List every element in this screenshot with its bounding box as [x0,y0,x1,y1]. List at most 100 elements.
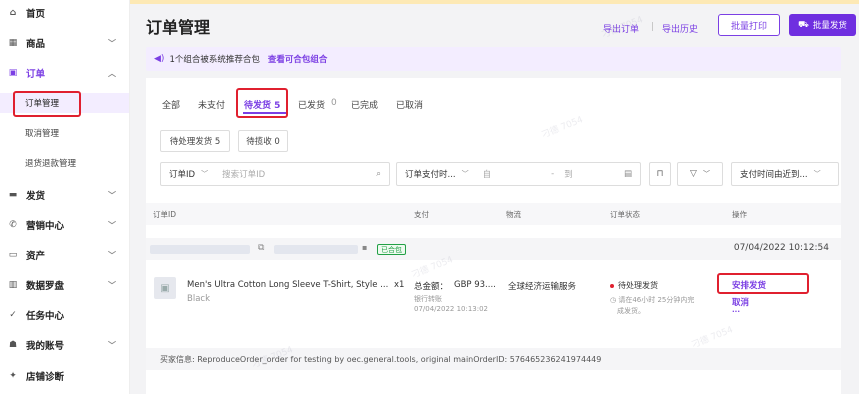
chevron-down-icon: ﹀ [201,170,209,178]
nav-home-label: 首页 [26,9,46,20]
sidebar-item-label: 取消管理 [25,129,60,139]
merged-tag: 已合包 [377,244,406,255]
time-field-select[interactable]: 订单支付时... [405,168,456,180]
export-history-link[interactable]: 导出历史 [662,22,698,35]
nav-shop-diagnosis[interactable]: ✦ 店铺诊断 [0,366,129,386]
total-label: 总金额： [414,282,449,292]
filter-button[interactable]: ▽ ﹀ [677,162,723,186]
more-actions-link[interactable]: ··· [732,308,740,316]
sidebar: ⌂ 首页 ▦ 商品 ﹀ ▣ 订单 ︿ 订单管理 取消管理 退货退款管理 ▬ 发货… [0,0,130,394]
status-note-2: 成发货。 [617,307,645,315]
chevron-down-icon: ﹀ [108,251,116,260]
col-order-id: 订单ID [153,210,176,219]
logistics-service: 全球经济运输服务 [508,282,577,292]
order-group-row: ⧉ ▪ 已合包 07/04/2022 10:12:54 [146,238,841,260]
product-name[interactable]: Men's Ultra Cotton Long Sleeve T-Shirt, … [187,280,388,290]
tab-all[interactable]: 全部 [162,98,180,111]
chip-pending-pickup[interactable]: 待揽收 0 [238,130,288,152]
nav-marketing-label: 营销中心 [26,221,65,232]
message-icon[interactable]: ▪ [362,243,367,252]
search-filter[interactable]: 订单ID ﹀ 搜索订单ID ⌕ [160,162,390,186]
chevron-down-icon: ﹀ [813,170,821,178]
truck-icon: ⛟ [798,19,809,30]
cancel-order-link[interactable]: 取消 [732,296,749,308]
sidebar-item-cancel-management[interactable]: 取消管理 [0,123,129,143]
tab-shipped-count: 0 [331,98,337,108]
image-placeholder-icon: ▣ [160,282,170,294]
date-to-input[interactable]: 到 [564,168,573,180]
col-logistics: 物流 [506,210,521,219]
nav-my-account[interactable]: ☗ 我的账号 ﹀ [0,335,129,355]
product-thumbnail[interactable]: ▣ [154,277,176,299]
tab-shipped[interactable]: 已发货 [298,98,325,111]
search-icon: ⌕ [376,169,381,179]
order-icon: ▣ [8,68,18,78]
main-content: 订单管理 导出订单 | 导出历史 批量打印 ⛟ 批量发货 ◀) 1个组合被系统推… [130,0,859,394]
task-icon: ✓ [9,310,17,320]
bookmark-icon: ⊓ [656,169,664,179]
nav-task-center[interactable]: ✓ 任务中心 [0,305,129,325]
nav-goods[interactable]: ▦ 商品 ﹀ [0,33,129,53]
chevron-down-icon: ﹀ [108,191,116,200]
copy-icon[interactable]: ⧉ [258,243,264,253]
chevron-down-icon: ﹀ [108,341,116,350]
account-icon: ☗ [8,340,18,350]
nav-shipping[interactable]: ▬ 发货 ﹀ [0,185,129,205]
highlight-box-order-management [13,91,81,117]
sort-select[interactable]: 支付时间由近到... ﹀ [731,162,839,186]
data-icon: ▥ [8,280,18,290]
chevron-down-icon: ﹀ [108,281,116,290]
header-separator: | [651,22,655,32]
order-status: 待处理发货 [610,280,658,291]
highlight-box-to-ship [236,88,288,118]
chevron-down-icon: ﹀ [108,39,116,48]
date-from-input[interactable]: 自 [483,168,492,180]
nav-goods-label: 商品 [26,39,46,50]
tab-completed[interactable]: 已完成 [351,98,378,111]
search-field-select[interactable]: 订单ID [169,168,195,180]
status-dot [610,283,614,288]
bookmark-button[interactable]: ⊓ [649,162,671,186]
date-range-filter[interactable]: 订单支付时... ﹀ 自 - 到 ▤ [396,162,641,186]
redacted-order-id [150,245,250,254]
chevron-down-icon: ﹀ [461,170,469,178]
chevron-down-icon: ﹀ [108,221,116,230]
batch-print-button[interactable]: 批量打印 [718,14,780,36]
nav-data-compass[interactable]: ▥ 数据罗盘 ﹀ [0,275,129,295]
home-icon: ⌂ [9,8,17,18]
col-payment: 支付 [414,210,429,219]
chevron-down-icon: ﹀ [702,170,710,178]
goods-icon: ▦ [8,38,18,48]
notice-strip [130,0,859,4]
shipping-icon: ▬ [8,190,18,200]
product-qty: x1 [394,280,405,290]
export-order-link[interactable]: 导出订单 [603,22,639,35]
chip-pending-shipment[interactable]: 待处理发货 5 [160,130,230,152]
view-merge-link[interactable]: 查看可合包组合 [268,53,328,65]
order-status-label: 待处理发货 [618,281,658,290]
batch-ship-label: 批量发货 [812,21,847,31]
nav-orders[interactable]: ▣ 订单 ︿ [0,63,129,83]
marketing-icon: ✆ [9,220,17,230]
nav-assets[interactable]: ▭ 资产 ﹀ [0,245,129,265]
nav-shipping-label: 发货 [26,191,46,202]
status-note-1: 请在46小时 25分钟内完 [618,296,695,304]
speaker-icon: ◀) [154,54,165,64]
tab-cancelled[interactable]: 已取消 [396,98,423,111]
nav-marketing[interactable]: ✆ 营销中心 ﹀ [0,215,129,235]
batch-ship-button[interactable]: ⛟ 批量发货 [789,14,856,36]
filter-icon: ▽ [690,169,697,179]
table-header: 订单ID 支付 物流 订单状态 操作 [146,203,841,225]
payment-method: 银行转账 [414,295,442,303]
banner-text: 1个组合被系统推荐合包 [169,55,260,65]
sort-label: 支付时间由近到... [740,170,808,180]
calendar-icon: ▤ [623,169,632,179]
col-actions: 操作 [732,210,747,219]
sidebar-item-return-management[interactable]: 退货退款管理 [0,153,129,173]
tab-unpaid[interactable]: 未支付 [198,98,225,111]
nav-home[interactable]: ⌂ 首页 [0,3,129,23]
merge-banner: ◀) 1个组合被系统推荐合包 查看可合包组合 [146,47,841,71]
total-value: GBP 93.... [454,280,496,290]
search-input[interactable]: 搜索订单ID [222,168,265,180]
sidebar-item-label: 退货退款管理 [25,159,77,169]
